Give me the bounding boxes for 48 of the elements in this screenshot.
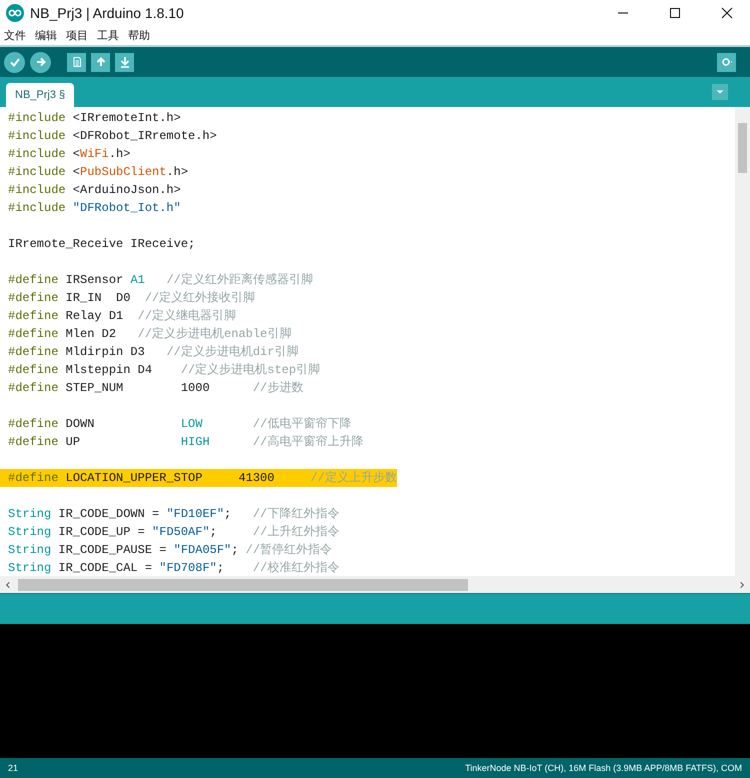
code-line: #include "DFRobot_Iot.h" (8, 200, 181, 217)
arrow-right-icon (34, 56, 46, 68)
code-line: #define Relay D1 //定义继电器引脚 (8, 308, 236, 325)
code-line: #define UP HIGH //高电平窗帘上升降 (8, 434, 364, 451)
new-button[interactable] (67, 52, 86, 72)
chevron-left-icon (4, 580, 12, 588)
menu-item[interactable]: 编辑 (35, 28, 57, 42)
chevron-right-icon (738, 580, 746, 588)
code-line: IRremote_Receive IReceive; (8, 236, 196, 253)
code-line: #define Mlsteppin D4 //定义步进电机step引脚 (8, 362, 320, 379)
code-line: String IR_CODE_UP = "FD50AF"; //上升红外指令 (8, 524, 340, 541)
checkmark-icon (8, 56, 20, 68)
code-line: #define Mlen D2 //定义步进电机enable引脚 (8, 326, 292, 343)
document-icon (70, 56, 82, 68)
code-line: #include <DFRobot_IRremote.h> (8, 128, 217, 145)
menu-item[interactable]: 项目 (66, 28, 88, 42)
arrow-down-icon (118, 56, 130, 68)
arrow-up-icon (94, 56, 106, 68)
app-logo-icon (6, 4, 24, 22)
file-tab[interactable]: NB_Prj3 § (6, 83, 74, 107)
window-title: NB_Prj3 | Arduino 1.8.10 (30, 5, 185, 21)
close-icon (721, 7, 733, 19)
code-line: #define STEP_NUM 1000 //步进数 (8, 380, 304, 397)
upload-button[interactable] (30, 52, 51, 72)
code-line: String IR_CODE_CAL = "FD708F"; //校准红外指令 (8, 560, 340, 576)
code-line: #include <ArduinoJson.h> (8, 182, 181, 199)
open-button[interactable] (91, 52, 110, 72)
code-line: #include <PubSubClient.h> (8, 164, 188, 181)
code-line: #include <IRremoteInt.h> (8, 110, 181, 127)
maximize-icon (669, 7, 681, 19)
vertical-scrollbar[interactable] (735, 107, 750, 576)
code-line: #define Mldirpin D3 //定义步进电机dir引脚 (8, 344, 298, 361)
menu-item[interactable]: 文件 (4, 28, 26, 42)
verify-button[interactable] (4, 52, 25, 72)
board-info: TinkerNode NB-IoT (CH), 16M Flash (3.9MB APP/8MB FATFS), COM (465, 763, 742, 773)
serial-monitor-button[interactable] (717, 52, 736, 72)
code-line: String IR_CODE_PAUSE = "FDA05F"; //暂停红外指令 (8, 542, 332, 559)
code-line: String IR_CODE_DOWN = "FD10EF"; //下降红外指令 (8, 506, 340, 523)
save-button[interactable] (115, 52, 134, 72)
magnifier-icon (720, 56, 732, 68)
code-line: #define IR_IN D0 //定义红外接收引脚 (8, 290, 256, 307)
menu-item[interactable]: 工具 (97, 28, 119, 42)
code-line: #include <WiFi.h> (8, 146, 130, 163)
code-line: #define DOWN LOW //低电平窗帘下降 (8, 416, 352, 433)
horizontal-scrollbar[interactable] (0, 576, 750, 593)
menu-item[interactable]: 帮助 (128, 28, 150, 42)
code-line: #define IRSensor A1 //定义红外距离传感器引脚 (8, 272, 313, 289)
line-number: 21 (8, 763, 18, 773)
